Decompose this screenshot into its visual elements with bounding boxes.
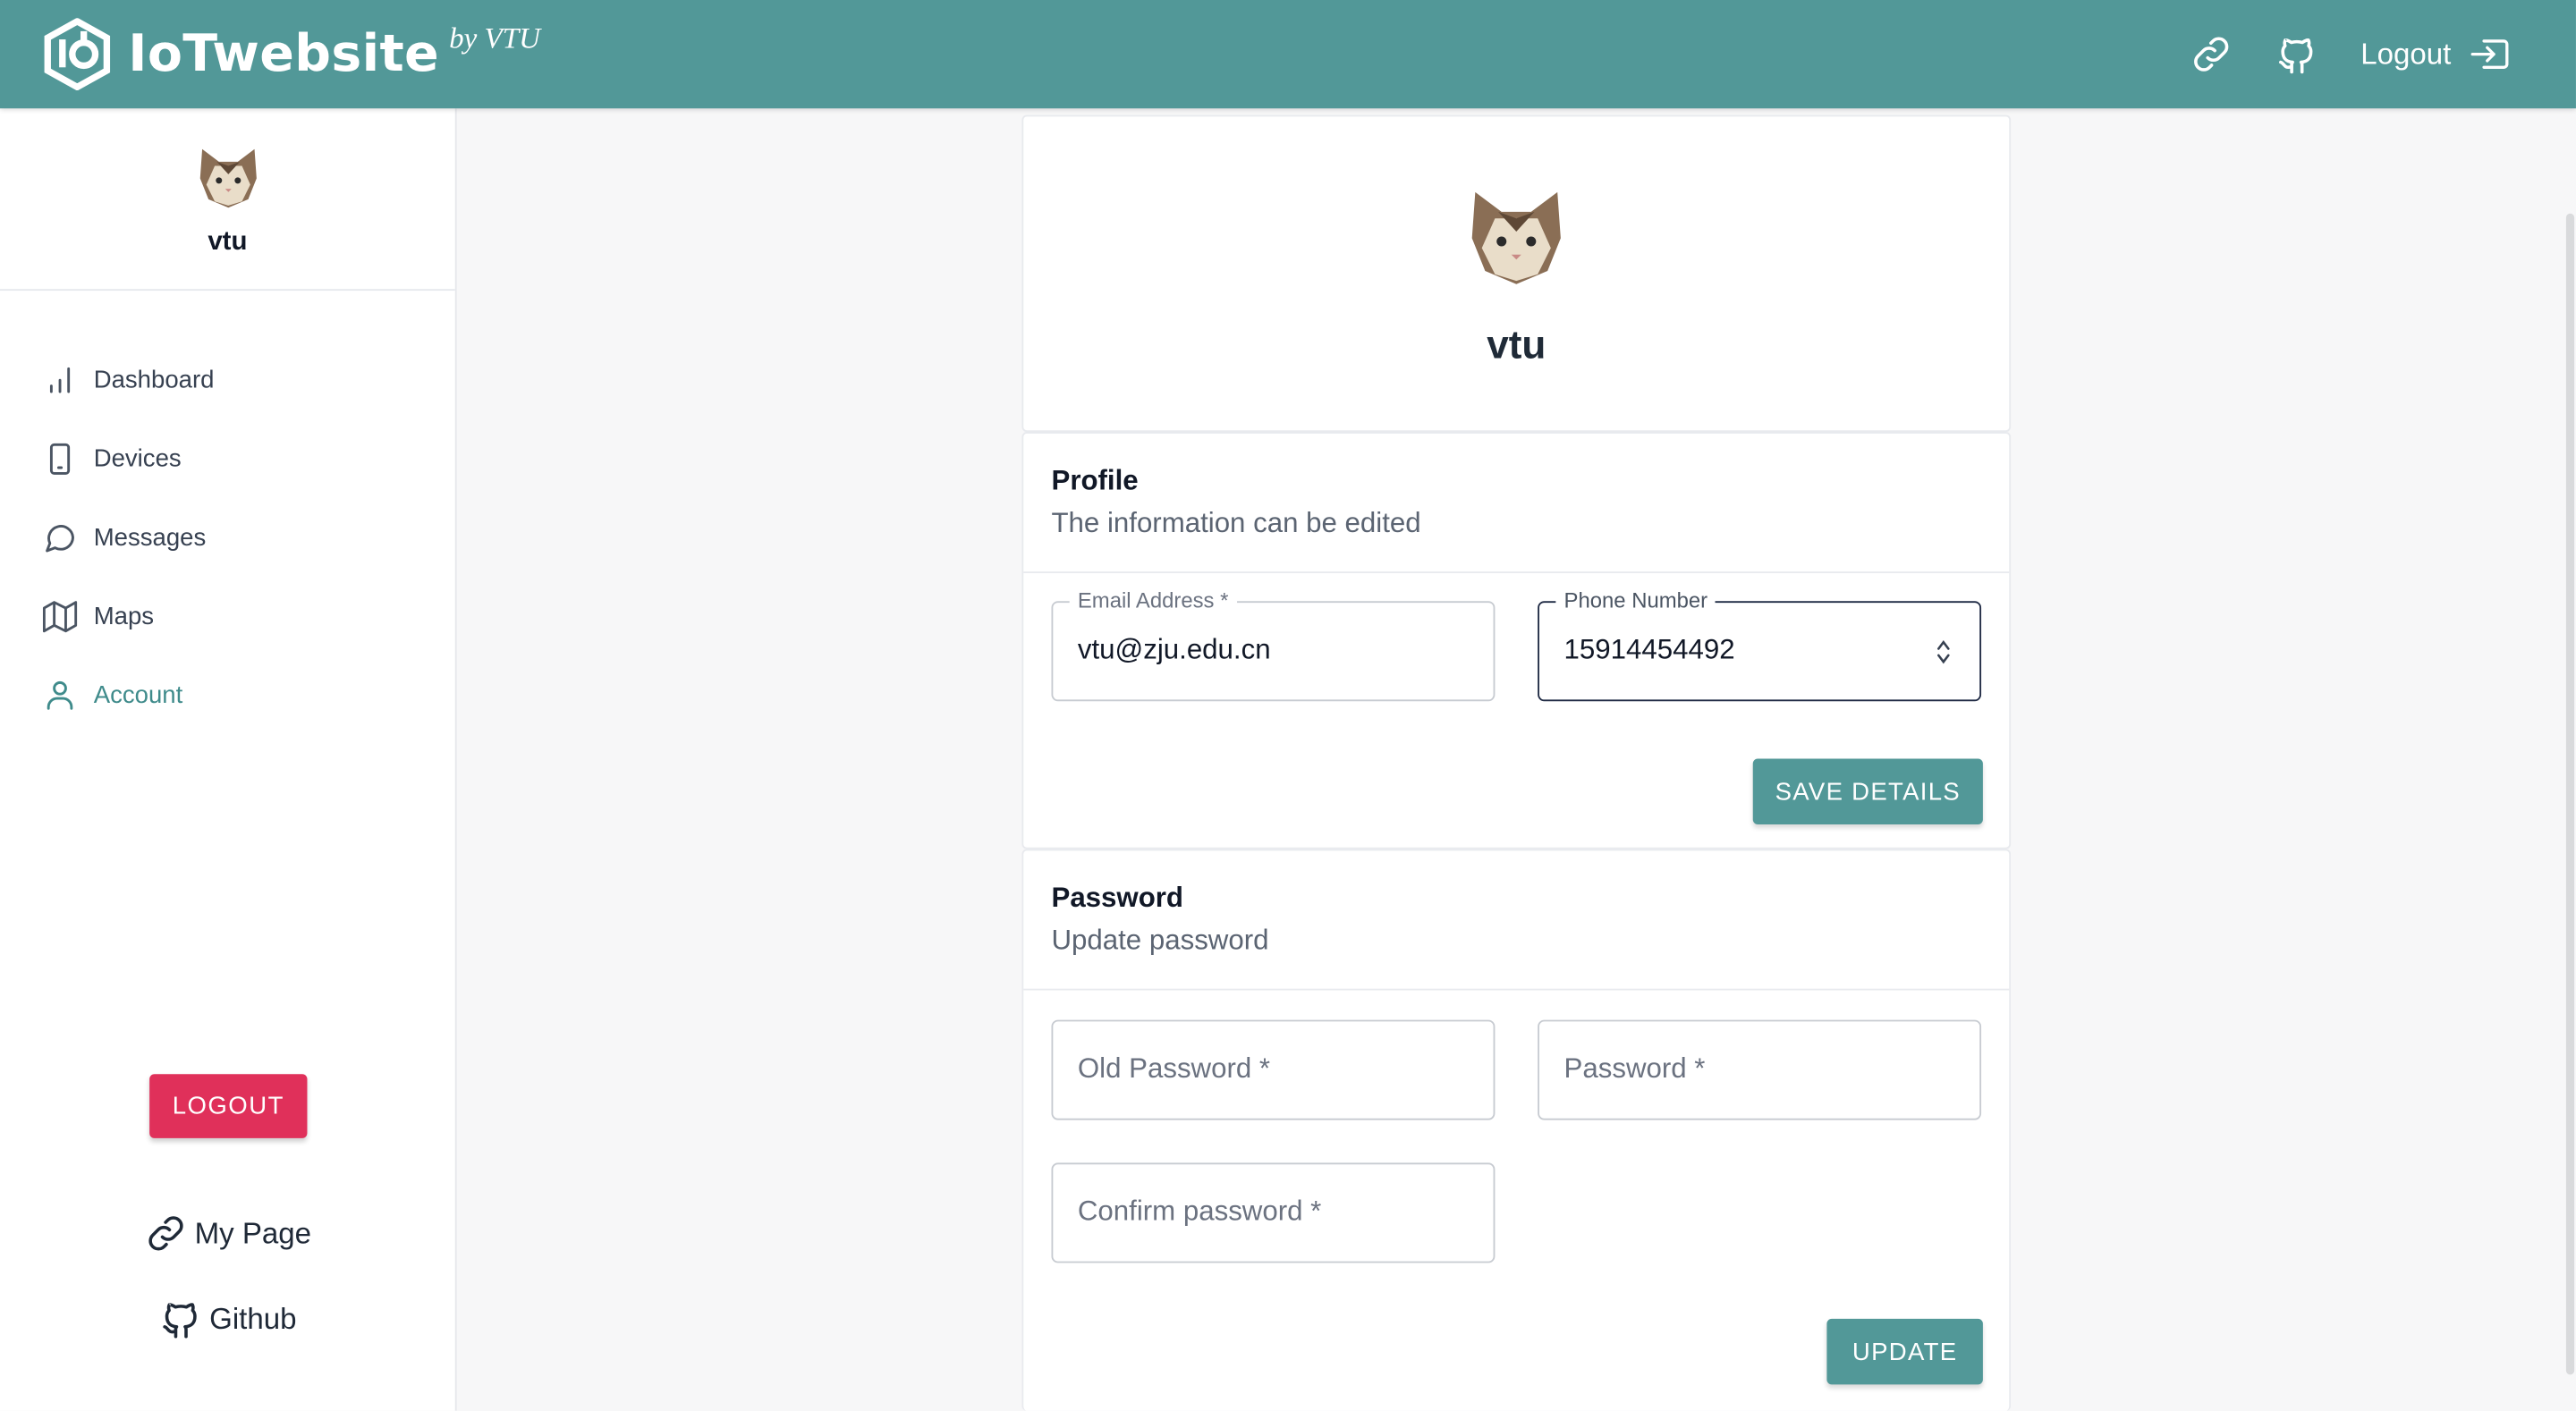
profile-header: Profile The information can be edited (1023, 434, 2010, 574)
avatar (199, 148, 256, 208)
map-icon (42, 600, 78, 632)
github-icon[interactable] (2275, 33, 2318, 76)
phone-label: Phone Number (1555, 587, 1716, 613)
email-label: Email Address * (1069, 587, 1237, 613)
bar-chart-icon (49, 366, 71, 393)
avatar (1471, 191, 1561, 284)
sidebar-item-dashboard[interactable]: Dashboard (0, 340, 455, 418)
logout-icon (2470, 39, 2509, 69)
email-field[interactable]: Email Address * vtu@zju.edu.cn (1051, 587, 1496, 702)
sidebar-item-label: Maps (93, 602, 155, 630)
update-button[interactable]: UPDATE (1826, 1318, 1983, 1385)
old-password-field[interactable]: Old Password * (1051, 1019, 1496, 1120)
sidebar-username: vtu (208, 228, 248, 257)
top-app-bar: IoTwebsite by VTU Logout (0, 0, 2576, 109)
iot-logo-icon (44, 18, 111, 91)
profile-title: Profile (1051, 464, 1139, 496)
top-logout-button[interactable]: Logout (2360, 36, 2510, 72)
old-password-placeholder: Old Password * (1077, 1052, 1271, 1085)
email-value: vtu@zju.edu.cn (1077, 633, 1271, 665)
account-username: vtu (1487, 323, 1546, 368)
account-avatar-card: vtu (1021, 114, 2012, 433)
save-details-button[interactable]: SAVE DETAILS (1752, 758, 1983, 825)
link-icon[interactable] (2190, 33, 2233, 76)
profile-subtitle: The information can be edited (1051, 507, 1421, 539)
sidebar-item-devices[interactable]: Devices (0, 418, 455, 497)
logout-button[interactable]: LOGOUT (149, 1074, 308, 1138)
profile-card: Profile The information can be edited Em… (1021, 432, 2012, 849)
message-circle-icon (46, 524, 74, 552)
number-spinner-icon[interactable] (1936, 638, 1952, 667)
new-password-field[interactable]: Password * (1538, 1019, 1982, 1120)
my-page-label: My Page (194, 1216, 312, 1249)
scrollbar[interactable] (2563, 213, 2576, 1375)
brand-byline: by VTU (449, 21, 541, 55)
password-title: Password (1051, 882, 1183, 914)
sidebar-item-label: Devices (93, 444, 182, 473)
github-label: Github (209, 1301, 297, 1335)
user-icon (47, 680, 73, 709)
sidebar-item-label: Dashboard (93, 365, 215, 393)
brand[interactable]: IoTwebsite by VTU (41, 18, 541, 91)
sidebar: vtu Dashboard Devices Messages Maps Acco… (0, 108, 457, 1411)
phone-field[interactable]: Phone Number 15914454492 (1538, 587, 1982, 702)
brand-name: IoTwebsite (128, 24, 440, 84)
tablet-icon (49, 442, 71, 474)
scrollbar-thumb[interactable] (2565, 213, 2575, 1375)
sidebar-item-maps[interactable]: Maps (0, 577, 455, 655)
sidebar-item-label: Account (93, 680, 183, 709)
password-header: Password Update password (1023, 850, 2010, 991)
sidebar-item-label: Messages (93, 522, 207, 552)
my-page-link[interactable]: My Page (0, 1212, 457, 1255)
github-link[interactable]: Github (0, 1297, 457, 1340)
confirm-password-field[interactable]: Confirm password * (1051, 1162, 1496, 1263)
link-icon (149, 1216, 184, 1251)
sidebar-item-messages[interactable]: Messages (0, 498, 455, 577)
new-password-placeholder: Password * (1563, 1052, 1706, 1085)
sidebar-user: vtu (0, 108, 455, 291)
top-logout-label: Logout (2360, 37, 2452, 71)
password-card: Password Update password Old Password * … (1021, 849, 2012, 1411)
password-subtitle: Update password (1051, 925, 1269, 956)
phone-value: 15914454492 (1563, 633, 1735, 665)
sidebar-item-account[interactable]: Account (0, 655, 455, 734)
github-icon (164, 1303, 198, 1339)
confirm-password-placeholder: Confirm password * (1077, 1196, 1322, 1228)
sidebar-nav: Dashboard Devices Messages Maps Account (0, 340, 455, 734)
